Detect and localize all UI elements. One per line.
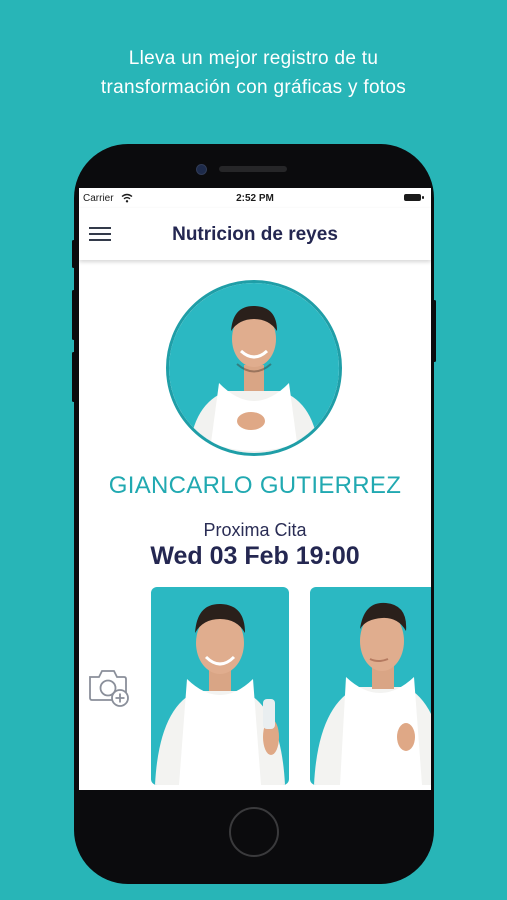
front-camera [196,164,207,175]
menu-icon[interactable] [87,222,113,246]
promo-line-1: Lleva un mejor registro de tu [128,48,379,69]
progress-photo-image [310,587,431,785]
progress-photo[interactable] [310,587,431,785]
app-bar: Nutricion de reyes [79,208,431,260]
app-screen: Carrier 2:52 PM Nutricion de reyes GIANC… [79,188,431,790]
volume-up-button [72,290,75,340]
next-appointment-label: Proxima Cita [203,520,307,540]
avatar-image [169,283,339,453]
promo-header: Lleva un mejor registro de tu transforma… [0,44,507,102]
status-time: 2:52 PM [236,193,274,204]
add-photo-icon-graphic [89,670,129,707]
promo-line-2: transformación con gráficas y fotos [100,77,407,98]
user-name: GIANCARLO GUTIERREZ [108,472,402,499]
power-button [433,300,436,362]
progress-photo-image [151,587,289,785]
status-bar: Carrier 2:52 PM [79,188,431,208]
progress-photo[interactable] [151,587,289,785]
earpiece-speaker [219,166,287,172]
battery-icon [404,194,424,201]
mute-switch [72,240,75,268]
volume-down-button [72,352,75,402]
camera-plus-icon[interactable] [87,665,133,707]
home-button[interactable] [229,807,279,857]
next-appointment-datetime: Wed 03 Feb 19:00 [150,542,360,570]
profile-avatar[interactable] [166,280,342,456]
app-title: Nutricion de reyes [172,224,338,245]
